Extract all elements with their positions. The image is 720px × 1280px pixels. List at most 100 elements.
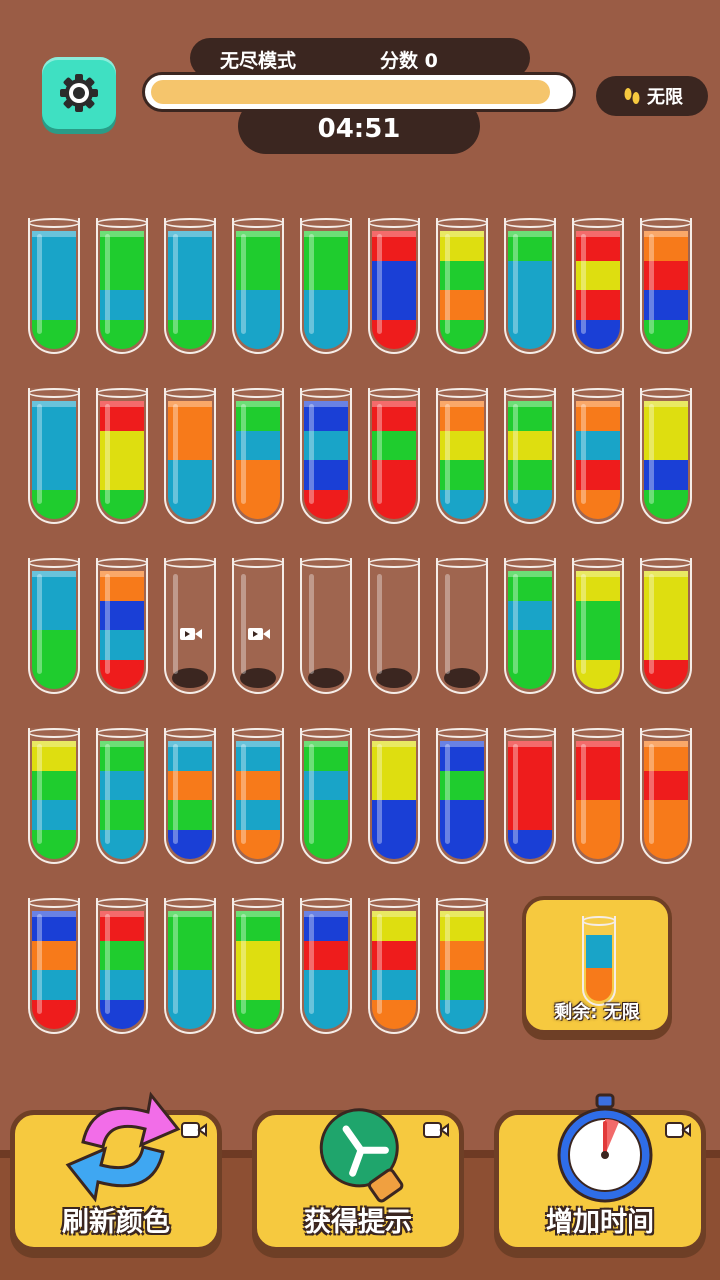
gear-icon: [60, 74, 98, 112]
tube-shine: [377, 744, 382, 844]
video-unlock-icon: [248, 628, 270, 640]
tube-shine: [37, 404, 42, 504]
tube[interactable]: [436, 728, 488, 864]
tube[interactable]: [28, 898, 80, 1034]
add-time-button[interactable]: 增加时间: [494, 1093, 706, 1252]
tube-shine: [37, 574, 42, 674]
tube[interactable]: [300, 388, 352, 524]
video-ad-icon: [423, 1122, 449, 1138]
tube-shine: [581, 234, 586, 334]
tube-shine: [581, 404, 586, 504]
tube[interactable]: [640, 218, 692, 354]
tube[interactable]: [96, 218, 148, 354]
tube[interactable]: [164, 558, 216, 694]
tube[interactable]: [436, 388, 488, 524]
tube[interactable]: [504, 388, 556, 524]
moves-label: 无限: [647, 87, 683, 108]
stopwatch-icon: [557, 1093, 653, 1203]
tube[interactable]: [232, 728, 284, 864]
mode-label: 无尽模式: [220, 50, 297, 72]
tube[interactable]: [28, 388, 80, 524]
tube[interactable]: [572, 728, 624, 864]
settings-button[interactable]: [42, 57, 116, 129]
tube[interactable]: [164, 728, 216, 864]
refresh-icon: [65, 1091, 181, 1203]
tube[interactable]: [96, 898, 148, 1034]
video-unlock-icon: [180, 628, 202, 640]
tube[interactable]: [436, 898, 488, 1034]
tube-shine: [377, 404, 382, 504]
tube[interactable]: [232, 898, 284, 1034]
tube-shine: [105, 404, 110, 504]
tube-shine: [581, 574, 586, 674]
tube-shine: [513, 744, 518, 844]
tube[interactable]: [96, 388, 148, 524]
tube[interactable]: [28, 218, 80, 354]
tube[interactable]: [232, 558, 284, 694]
tube[interactable]: [164, 898, 216, 1034]
tube-shine: [649, 234, 654, 334]
tube[interactable]: [232, 388, 284, 524]
add-time-label: 增加时间: [546, 1207, 654, 1238]
tube-shine: [309, 914, 314, 1014]
tube[interactable]: [572, 218, 624, 354]
tube-shine: [241, 404, 246, 504]
tube[interactable]: [300, 898, 352, 1034]
tube[interactable]: [368, 728, 420, 864]
remaining-label: 剩余: 无限: [554, 1002, 640, 1023]
tube-shine: [513, 404, 518, 504]
footprints-icon: [624, 88, 640, 104]
tube[interactable]: [28, 728, 80, 864]
tube-shine: [173, 744, 178, 844]
video-ad-icon: [665, 1122, 691, 1138]
tube[interactable]: [96, 728, 148, 864]
tube-shine: [241, 914, 246, 1014]
tube[interactable]: [164, 218, 216, 354]
tube[interactable]: [300, 558, 352, 694]
tube[interactable]: [640, 728, 692, 864]
tube-shine: [377, 574, 382, 674]
tube[interactable]: [504, 218, 556, 354]
tube[interactable]: [232, 218, 284, 354]
tube-shine: [581, 744, 586, 844]
moves-counter: 无限: [596, 76, 708, 116]
tube-shine: [105, 914, 110, 1014]
tube[interactable]: [572, 558, 624, 694]
tube-shine: [377, 234, 382, 334]
tube[interactable]: [436, 558, 488, 694]
tube-shine: [309, 574, 314, 674]
tube-shine: [173, 234, 178, 334]
tube[interactable]: [436, 218, 488, 354]
tube-shine: [241, 574, 246, 674]
get-hint-label: 获得提示: [304, 1207, 412, 1238]
tube[interactable]: [640, 558, 692, 694]
tube[interactable]: [368, 558, 420, 694]
tube-shine: [445, 234, 450, 334]
tube[interactable]: [300, 218, 352, 354]
tube[interactable]: [300, 728, 352, 864]
tube-shine: [37, 914, 42, 1014]
tube-shine: [445, 744, 450, 844]
tube[interactable]: [368, 218, 420, 354]
tube-shine: [309, 404, 314, 504]
tube[interactable]: [504, 558, 556, 694]
extra-tube-card[interactable]: 剩余: 无限: [522, 896, 672, 1034]
tube[interactable]: [640, 388, 692, 524]
tube-shine: [37, 744, 42, 844]
tube[interactable]: [28, 558, 80, 694]
tube[interactable]: [368, 388, 420, 524]
tube[interactable]: [96, 558, 148, 694]
tube[interactable]: [572, 388, 624, 524]
tube[interactable]: [164, 388, 216, 524]
refresh-colors-button[interactable]: 刷新颜色: [10, 1091, 222, 1252]
tube[interactable]: [504, 728, 556, 864]
tube-shine: [37, 234, 42, 334]
tube-shine: [173, 574, 178, 674]
refresh-colors-label: 刷新颜色: [62, 1207, 170, 1238]
get-hint-button[interactable]: 获得提示: [252, 1108, 464, 1252]
tube-shine: [105, 234, 110, 334]
tube-shine: [173, 914, 178, 1014]
tube[interactable]: [368, 898, 420, 1034]
tube-shine: [649, 744, 654, 844]
liquid-layer: [586, 968, 612, 1001]
